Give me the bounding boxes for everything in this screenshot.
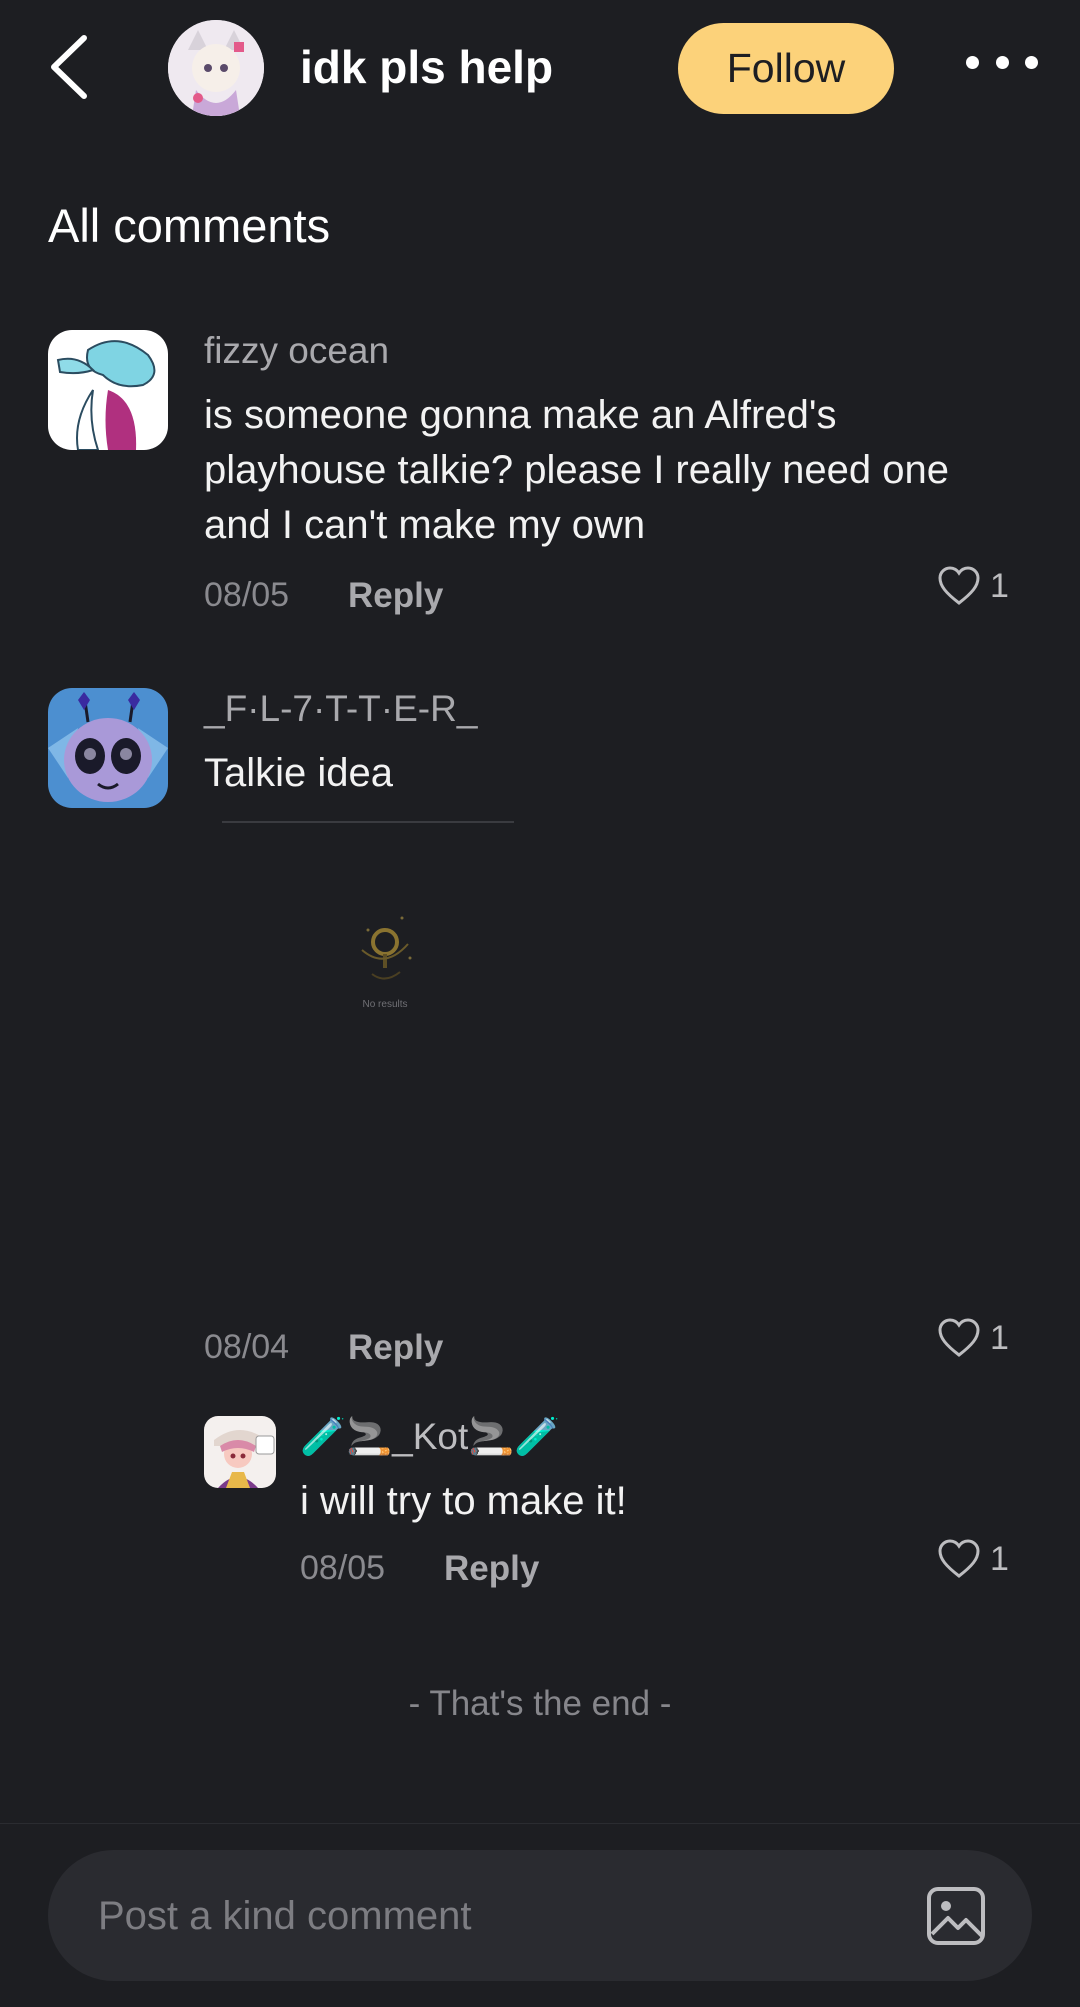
reply-button[interactable]: Reply (348, 576, 443, 616)
no-results-text: No results (362, 999, 408, 1010)
like-button[interactable]: 1 (938, 1539, 1009, 1579)
section-title: All comments (48, 199, 331, 252)
more-dots-icon (1025, 55, 1038, 69)
reply-username[interactable]: 🧪🚬_Kot🚬🧪 (300, 1416, 560, 1459)
like-button[interactable]: 1 (938, 1318, 1009, 1358)
reply-date: 08/05 (300, 1549, 386, 1587)
reply-button[interactable]: Reply (444, 1549, 539, 1589)
heart-icon (938, 566, 980, 605)
back-arrow-icon (51, 35, 87, 99)
end-of-list-text: - That's the end - (408, 1684, 672, 1723)
comment-username[interactable]: fizzy ocean (204, 330, 389, 372)
more-dots-icon (966, 55, 979, 69)
image-icon (927, 1887, 985, 1945)
comment-date: 08/05 (204, 576, 290, 614)
comment-username[interactable]: _F·L-7·T-T·E-R_ (204, 688, 477, 730)
author-avatar[interactable] (168, 20, 264, 116)
follow-button[interactable]: Follow (678, 23, 894, 114)
comment-date: 08/04 (204, 1328, 290, 1366)
reply-text: i will try to make it! (300, 1479, 627, 1523)
reply-button[interactable]: Reply (348, 1328, 443, 1368)
commenter-avatar[interactable] (204, 1416, 276, 1488)
comment-composer (48, 1850, 1032, 1983)
magnifier-icon (361, 916, 412, 980)
avatar-image (48, 688, 168, 808)
composer-divider (0, 1823, 1080, 1824)
avatar-image (48, 330, 168, 450)
comment-text-line: playhouse talkie? please I really need o… (204, 448, 949, 492)
more-dots-icon (995, 55, 1009, 69)
heart-icon (938, 1318, 980, 1357)
commenter-avatar[interactable] (48, 330, 168, 450)
like-count: 1 (990, 566, 1009, 605)
comment-text-line: and I can't make my own (204, 503, 646, 547)
comment-input[interactable] (96, 1850, 900, 1983)
add-image-button[interactable] (926, 1886, 986, 1946)
like-count: 1 (990, 1539, 1009, 1578)
back-button[interactable] (40, 30, 100, 104)
heart-icon (938, 1539, 980, 1578)
comment-text-line: is someone gonna make an Alfred's (204, 393, 837, 437)
comment-text: Talkie idea (204, 751, 394, 795)
comment-text: is someone gonna make an Alfred's playho… (204, 388, 1024, 553)
post-title: idk pls help (300, 41, 554, 93)
more-options-button[interactable] (966, 44, 1038, 80)
embed-divider (222, 821, 514, 823)
commenter-avatar[interactable] (48, 688, 168, 808)
like-count: 1 (990, 1318, 1009, 1357)
no-results-embed: No results (340, 910, 430, 1015)
avatar-image (168, 20, 264, 116)
avatar-image (204, 1416, 276, 1488)
like-button[interactable]: 1 (938, 566, 1009, 606)
